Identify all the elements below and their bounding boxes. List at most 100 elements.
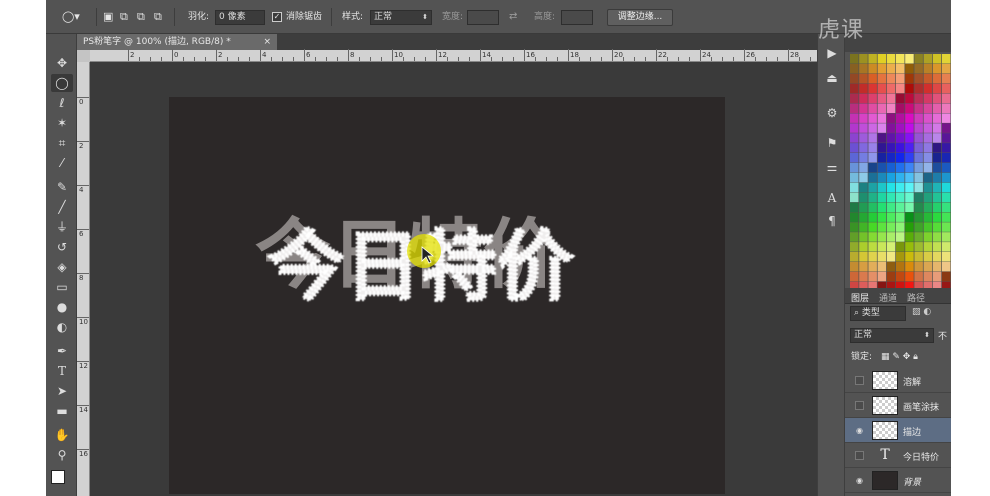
color-swatch[interactable] (932, 73, 942, 84)
color-swatch[interactable] (886, 271, 896, 282)
color-swatch[interactable] (850, 143, 859, 153)
color-swatch[interactable] (877, 232, 887, 242)
image-filter-icon[interactable]: ▨ ◐ (912, 307, 931, 317)
color-swatch[interactable] (886, 182, 896, 193)
color-swatch[interactable] (868, 172, 877, 183)
lasso-icon[interactable]: ℓ (51, 94, 73, 112)
color-swatch[interactable] (896, 232, 905, 242)
color-swatch[interactable] (850, 232, 859, 242)
color-swatch[interactable] (886, 212, 896, 222)
color-swatch[interactable] (932, 172, 942, 183)
intersect-selection-icon[interactable]: ⧉ (154, 10, 162, 24)
color-swatch[interactable] (859, 222, 868, 232)
color-swatch[interactable] (932, 162, 942, 173)
color-swatch[interactable] (942, 172, 951, 183)
color-swatch[interactable] (877, 242, 887, 252)
subtract-selection-icon[interactable]: ⧉ (137, 10, 145, 24)
color-swatch[interactable] (859, 202, 868, 213)
color-swatch[interactable] (859, 143, 868, 153)
zoom-icon[interactable]: ⚲ (51, 446, 73, 464)
path-selection-icon[interactable]: ➤ (51, 382, 73, 400)
sliders-icon[interactable]: ⚌ (822, 158, 842, 176)
color-swatch[interactable] (877, 103, 887, 114)
color-swatch[interactable] (896, 63, 905, 74)
color-swatch[interactable] (859, 162, 868, 173)
color-swatch[interactable] (905, 143, 914, 153)
color-swatch[interactable] (877, 54, 887, 64)
color-swatch[interactable] (868, 113, 877, 123)
color-swatch[interactable] (886, 143, 896, 153)
color-swatch[interactable] (905, 202, 914, 213)
color-swatch[interactable] (914, 162, 923, 173)
color-swatch[interactable] (868, 222, 877, 232)
color-swatch[interactable] (850, 93, 859, 104)
visibility-toggle[interactable] (855, 376, 864, 385)
color-swatch[interactable] (859, 54, 868, 64)
color-swatch[interactable] (914, 143, 923, 153)
color-swatch[interactable] (932, 143, 942, 153)
color-swatch[interactable] (932, 113, 942, 123)
color-swatch[interactable] (886, 113, 896, 123)
color-swatch[interactable] (850, 242, 859, 252)
swap-icon[interactable]: ⇄ (509, 10, 517, 24)
color-swatch[interactable] (923, 73, 933, 84)
color-swatch[interactable] (859, 153, 868, 163)
brush-icon[interactable]: ╱ (51, 198, 73, 216)
new-selection-icon[interactable]: ▣ (103, 10, 113, 24)
color-swatch[interactable] (923, 242, 933, 252)
color-swatch[interactable] (942, 182, 951, 193)
color-swatch[interactable] (877, 252, 887, 262)
color-swatch[interactable] (896, 133, 905, 143)
color-swatch[interactable] (942, 242, 951, 252)
magic-wand-icon[interactable]: ✶ (51, 114, 73, 132)
antialias-checkbox[interactable]: ✓ (272, 12, 282, 22)
color-swatch[interactable] (905, 212, 914, 222)
layer-row[interactable]: ◉ 描边 (845, 418, 951, 443)
color-swatch[interactable] (868, 133, 877, 143)
color-swatch[interactable] (859, 252, 868, 262)
color-swatch[interactable] (914, 192, 923, 203)
color-swatch[interactable] (942, 103, 951, 114)
document-tab[interactable]: PS粉笔字 @ 100% (描边, RGB/8) * × (77, 34, 277, 50)
color-swatch[interactable] (905, 113, 914, 123)
color-swatch[interactable] (905, 242, 914, 252)
color-swatch[interactable] (914, 63, 923, 74)
color-swatch[interactable] (886, 252, 896, 262)
color-swatch[interactable] (923, 172, 933, 183)
color-swatch[interactable] (942, 261, 951, 272)
blend-mode-select[interactable]: 正常 ⬍ (850, 328, 934, 343)
color-swatch[interactable] (868, 153, 877, 163)
color-swatch[interactable] (850, 133, 859, 143)
color-swatch[interactable] (942, 252, 951, 262)
color-swatch[interactable] (896, 113, 905, 123)
color-swatch[interactable] (896, 143, 905, 153)
color-swatch[interactable] (859, 212, 868, 222)
color-swatch[interactable] (877, 133, 887, 143)
color-swatch[interactable] (886, 133, 896, 143)
color-swatch[interactable] (850, 123, 859, 133)
elliptical-marquee-icon[interactable]: ◯ (51, 74, 73, 92)
layer-row[interactable]: ◉ 背景 (845, 468, 951, 493)
blur-icon[interactable]: ● (51, 298, 73, 316)
history-icon[interactable]: ⏏ (822, 69, 842, 87)
color-swatch[interactable] (905, 73, 914, 84)
color-swatch[interactable] (914, 242, 923, 252)
color-swatch[interactable] (868, 83, 877, 94)
color-swatch[interactable] (914, 123, 923, 133)
color-swatch[interactable] (877, 172, 887, 183)
color-swatch[interactable] (905, 133, 914, 143)
color-swatch[interactable] (932, 212, 942, 222)
color-swatch[interactable] (886, 63, 896, 74)
color-swatch[interactable] (859, 103, 868, 114)
color-swatch[interactable] (850, 172, 859, 183)
color-swatch[interactable] (850, 73, 859, 84)
color-swatch[interactable] (859, 83, 868, 94)
color-swatch[interactable] (905, 271, 914, 282)
eye-icon[interactable]: ◉ (855, 476, 864, 485)
hand-icon[interactable]: ✋ (51, 426, 73, 444)
color-swatch[interactable] (905, 103, 914, 114)
color-swatch[interactable] (850, 182, 859, 193)
color-swatch[interactable] (850, 202, 859, 213)
swatches-panel[interactable] (850, 54, 951, 290)
color-swatch[interactable] (868, 63, 877, 74)
